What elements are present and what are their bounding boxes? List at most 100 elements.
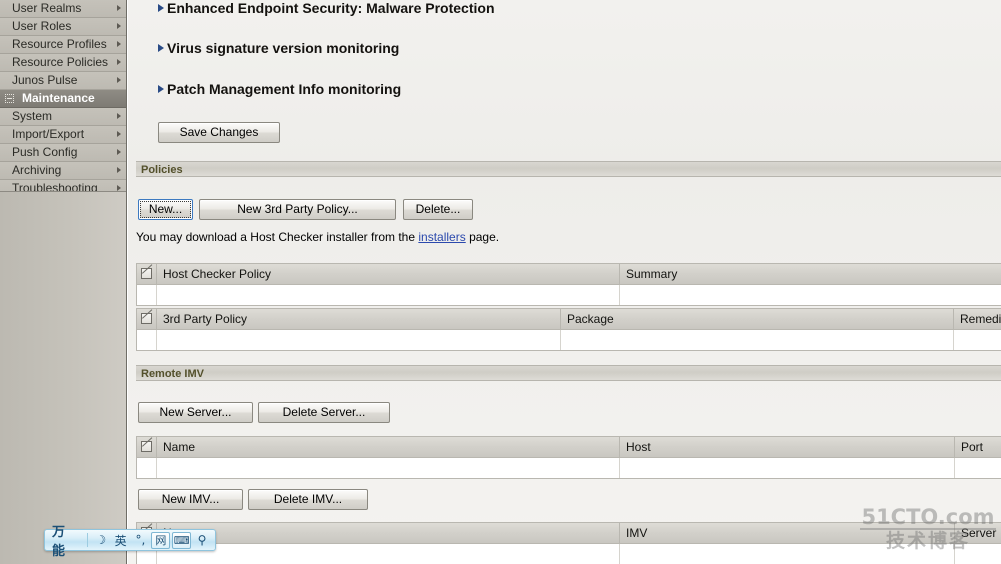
new-3rd-party-policy-label: New 3rd Party Policy... — [237, 202, 358, 216]
collapsible-section-virus-signature[interactable]: Virus signature version monitoring — [158, 40, 399, 56]
column-header-port[interactable]: Port — [955, 437, 1001, 457]
table-row — [137, 330, 1001, 350]
column-header-imv[interactable]: IMV — [620, 523, 955, 543]
column-header-name[interactable]: Name — [157, 523, 620, 543]
sidebar-item-label: Archiving — [12, 163, 62, 177]
table-cell-policy — [157, 285, 620, 305]
table-cell-select[interactable] — [137, 330, 157, 350]
installer-help-prefix: You may download a Host Checker installe… — [136, 230, 419, 244]
new-server-label: New Server... — [159, 405, 232, 419]
sidebar-item-junos-pulse[interactable]: Junos Pulse — [0, 72, 126, 90]
table-row — [137, 285, 1001, 305]
new-3rd-party-policy-button[interactable]: New 3rd Party Policy... — [199, 199, 396, 220]
sidebar-item-resource-profiles[interactable]: Resource Profiles — [0, 36, 126, 54]
moon-icon[interactable]: ☽ — [91, 531, 111, 549]
host-checker-policy-table: Host Checker Policy Summary — [136, 263, 1001, 306]
table-cell-name — [157, 544, 620, 564]
sidebar-item-label: User Roles — [12, 19, 72, 33]
remote-imv-server-table: Name Host Port — [136, 436, 1001, 479]
column-label: Server — [961, 526, 997, 540]
column-label: Port — [961, 440, 984, 454]
sidebar-item-system[interactable]: System — [0, 108, 126, 126]
new-imv-button[interactable]: New IMV... — [138, 489, 243, 510]
collapsible-section-malware-protection[interactable]: Enhanced Endpoint Security: Malware Prot… — [158, 0, 495, 16]
column-label: Name — [163, 440, 196, 454]
sidebar-item-push-config[interactable]: Push Config — [0, 144, 126, 162]
select-all-checkbox-icon[interactable] — [141, 313, 152, 324]
new-policy-button[interactable]: New... — [138, 199, 193, 220]
chevron-right-icon — [117, 149, 121, 155]
installer-help-suffix: page. — [465, 230, 500, 244]
sidebar-menu: User Realms User Roles Resource Profiles… — [0, 0, 126, 198]
installers-link[interactable]: installers — [418, 230, 465, 244]
select-all-header[interactable] — [137, 309, 157, 329]
sidebar: User Realms User Roles Resource Profiles… — [0, 0, 127, 564]
table-cell-imv — [620, 544, 955, 564]
ime-divider — [86, 533, 88, 547]
delete-imv-label: Delete IMV... — [273, 492, 343, 506]
keyboard-icon[interactable]: ⌨ — [172, 531, 192, 549]
select-all-checkbox-icon[interactable] — [141, 441, 152, 452]
save-changes-button[interactable]: Save Changes — [158, 122, 280, 143]
delete-server-label: Delete Server... — [282, 405, 366, 419]
column-label: IMV — [626, 526, 648, 540]
column-header-package[interactable]: Package — [561, 309, 954, 329]
select-all-header[interactable] — [137, 437, 157, 457]
delete-server-button[interactable]: Delete Server... — [258, 402, 390, 423]
new-imv-label: New IMV... — [161, 492, 220, 506]
chevron-right-icon — [117, 41, 121, 47]
sidebar-item-import-export[interactable]: Import/Export — [0, 126, 126, 144]
sidebar-item-label: Import/Export — [12, 127, 85, 141]
main-content: Enhanced Endpoint Security: Malware Prot… — [128, 0, 1001, 564]
section-header-label: Policies — [141, 164, 183, 176]
wrench-icon[interactable]: ⚲ — [192, 531, 212, 549]
column-header-host[interactable]: Host — [620, 437, 955, 457]
table-header-row: 3rd Party Policy Package Remediation — [137, 309, 1001, 330]
column-label: Host — [626, 440, 651, 454]
ime-logo-label: 万能 — [52, 525, 67, 559]
sidebar-item-resource-policies[interactable]: Resource Policies — [0, 54, 126, 72]
column-header-remediation[interactable]: Remediation — [954, 309, 1001, 329]
table-cell-name — [157, 458, 620, 478]
column-header-name[interactable]: Name — [157, 437, 620, 457]
sidebar-item-label: User Realms — [12, 1, 82, 15]
section-header-label: Remote IMV — [141, 368, 204, 380]
delete-policy-button[interactable]: Delete... — [403, 199, 473, 220]
collapsible-section-patch-management[interactable]: Patch Management Info monitoring — [158, 81, 401, 97]
column-header-host-checker-policy[interactable]: Host Checker Policy — [157, 264, 620, 284]
table-cell-summary — [620, 285, 1001, 305]
collapsible-section-label: Patch Management Info monitoring — [167, 81, 402, 97]
delete-policy-label: Delete... — [415, 202, 461, 216]
table-cell-package — [561, 330, 954, 350]
table-header-row: Host Checker Policy Summary — [137, 264, 1001, 285]
table-header-row: Name Host Port — [137, 437, 1001, 458]
column-header-server[interactable]: Server — [955, 523, 1001, 543]
delete-imv-button[interactable]: Delete IMV... — [248, 489, 368, 510]
new-server-button[interactable]: New Server... — [138, 402, 253, 423]
ime-punctuation-toggle[interactable]: °, — [131, 531, 151, 549]
select-all-header[interactable] — [137, 264, 157, 284]
column-header-3rd-party-policy[interactable]: 3rd Party Policy — [157, 309, 561, 329]
table-row — [137, 544, 1001, 564]
collapsible-section-label: Enhanced Endpoint Security: Malware Prot… — [167, 0, 495, 16]
sidebar-item-archiving[interactable]: Archiving — [0, 162, 126, 180]
ime-soft-keyboard-icon[interactable]: 网 — [151, 531, 171, 549]
triangle-right-icon — [158, 4, 164, 12]
ime-language-toggle[interactable]: 英 — [111, 531, 131, 549]
sidebar-item-label: Junos Pulse — [12, 73, 78, 87]
ime-toolbar[interactable]: 万能 ☽ 英 °, 网 ⌨ ⚲ — [44, 525, 216, 559]
sidebar-item-label: Maintenance — [22, 91, 95, 105]
column-header-summary[interactable]: Summary — [620, 264, 1001, 284]
collapsible-section-label: Virus signature version monitoring — [167, 40, 400, 56]
table-cell-select[interactable] — [137, 458, 157, 478]
table-cell-select[interactable] — [137, 285, 157, 305]
select-all-checkbox-icon[interactable] — [141, 268, 152, 279]
triangle-right-icon — [158, 85, 164, 93]
table-cell-remediation — [954, 330, 1001, 350]
sidebar-item-user-roles[interactable]: User Roles — [0, 18, 126, 36]
section-header-remote-imv: Remote IMV — [136, 365, 1001, 381]
chevron-right-icon — [117, 77, 121, 83]
collapse-expander-icon[interactable] — [5, 94, 14, 103]
sidebar-item-maintenance[interactable]: Maintenance — [0, 90, 126, 108]
sidebar-item-user-realms[interactable]: User Realms — [0, 0, 126, 18]
